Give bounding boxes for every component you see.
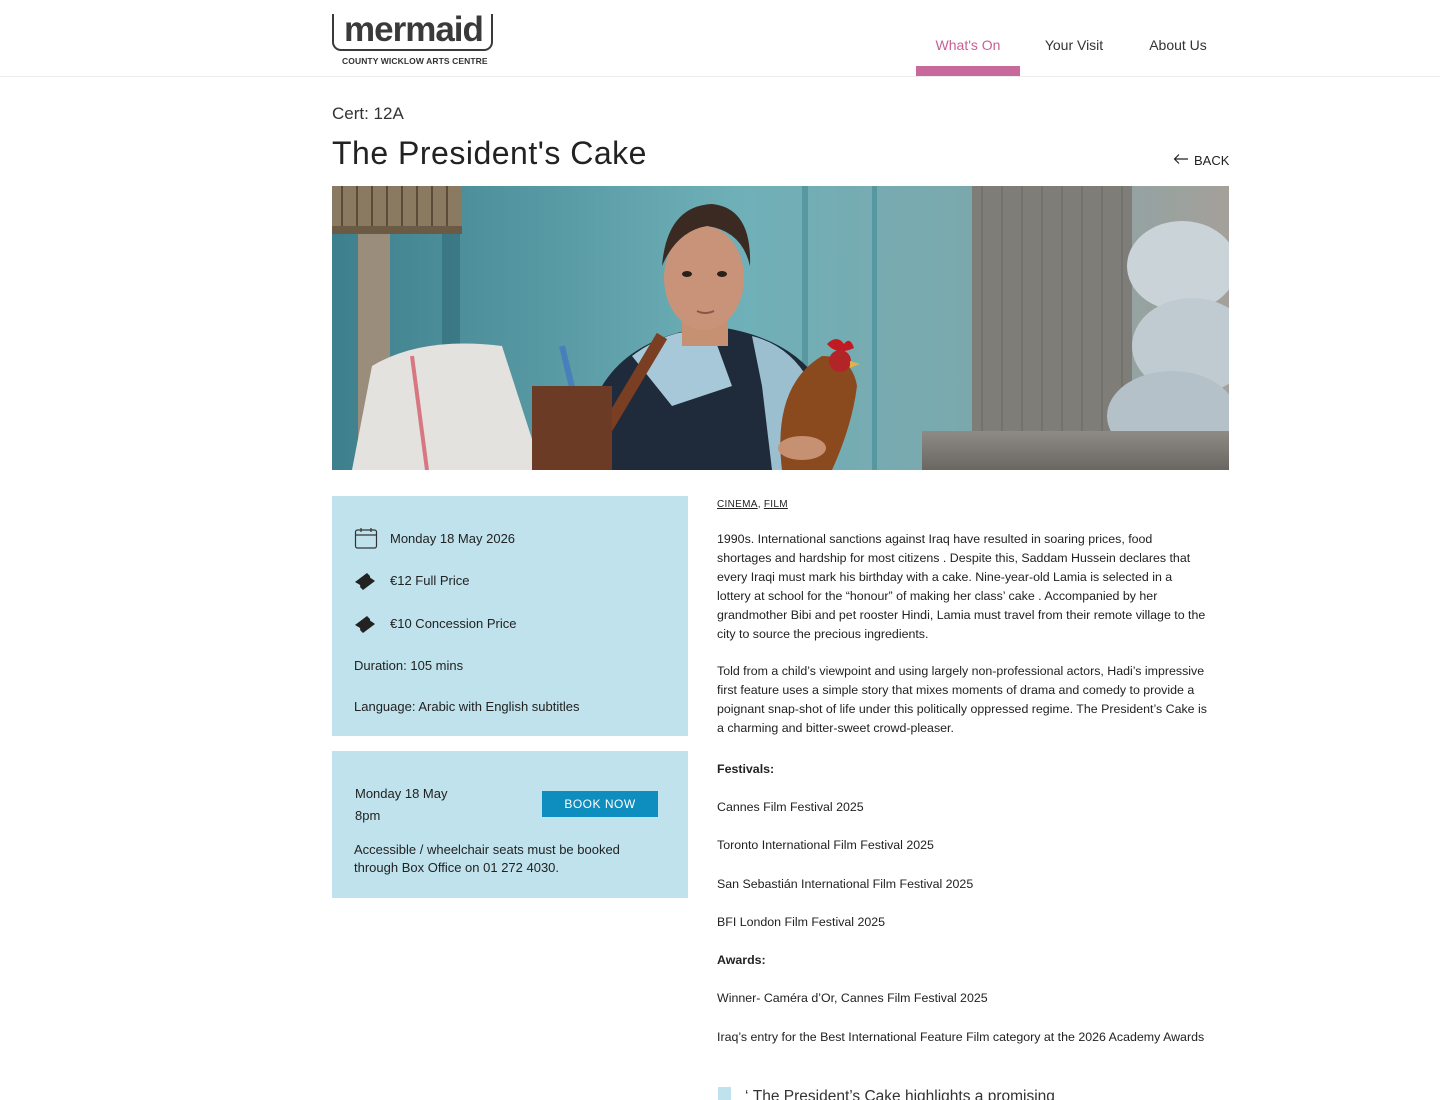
performance-time: 8pm — [355, 808, 381, 823]
festival-item: BFI London Film Festival 2025 — [717, 915, 886, 929]
festivals-heading: Festivals: — [717, 762, 775, 776]
logo-wordmark-frame: mermaid — [332, 10, 493, 51]
event-date-row: Monday 18 May 2026 — [354, 526, 515, 550]
page-title: The President's Cake — [332, 135, 647, 171]
full-price-row: €12 Full Price — [354, 568, 469, 592]
arrow-left-icon — [1173, 153, 1189, 168]
quote-text: ‘ The President’s Cake highlights a prom… — [745, 1088, 1055, 1100]
festival-item: Cannes Film Festival 2025 — [717, 800, 864, 814]
quote-mark: ‘ — [745, 1088, 749, 1100]
nav-active-indicator — [916, 66, 1020, 76]
synopsis-paragraph-1: 1990s. International sanctions against I… — [717, 532, 1206, 641]
performance-datetime: Monday 18 May 8pm — [355, 783, 448, 827]
concession-price-row: €10 Concession Price — [354, 611, 516, 635]
ticket-icon — [354, 611, 378, 635]
festival-item: Toronto International Film Festival 2025 — [717, 838, 934, 852]
event-info-panel: Monday 18 May 2026 €12 Full Price €10 Co… — [332, 496, 688, 736]
full-price: €12 Full Price — [390, 572, 470, 588]
site-header: mermaid COUNTY WICKLOW ARTS CENTRE What'… — [0, 0, 1440, 77]
calendar-icon — [354, 526, 378, 550]
booking-panel: Monday 18 May 8pm BOOK NOW Accessible / … — [332, 751, 688, 898]
duration: Duration: 105 mins — [354, 658, 464, 673]
category-tags: CINEMA, FILM — [717, 499, 788, 510]
quote-body: The President’s Cake highlights a promis… — [752, 1088, 1055, 1100]
nav-your-visit[interactable]: Your Visit — [1030, 0, 1118, 76]
quote-accent-bar — [718, 1087, 731, 1100]
tag-cinema[interactable]: CINEMA — [717, 499, 758, 510]
logo-subtitle: COUNTY WICKLOW ARTS CENTRE — [342, 56, 488, 66]
book-now-button[interactable]: BOOK NOW — [542, 791, 658, 817]
event-date: Monday 18 May 2026 — [390, 530, 516, 546]
logo-word: mermaid — [344, 10, 484, 49]
accessibility-note: Accessible / wheelchair seats must be bo… — [354, 842, 620, 875]
concession-price: €10 Concession Price — [390, 615, 517, 631]
festival-item: San Sebastián International Film Festiva… — [717, 877, 974, 891]
language: Language: Arabic with English subtitles — [354, 699, 580, 714]
tag-film[interactable]: FILM — [764, 499, 788, 510]
award-item: Iraq’s entry for the Best International … — [717, 1030, 1205, 1044]
ticket-icon — [354, 568, 378, 592]
review-quote: ‘ The President’s Cake highlights a prom… — [717, 1087, 1207, 1100]
back-link[interactable]: BACK — [1173, 153, 1229, 168]
mermaid-logo[interactable]: mermaid COUNTY WICKLOW ARTS CENTRE — [332, 10, 494, 68]
award-item: Winner- Caméra d’Or, Cannes Film Festiva… — [717, 991, 988, 1005]
nav-about-us[interactable]: About Us — [1134, 0, 1222, 76]
hero-film-still — [332, 186, 1229, 470]
awards-heading: Awards: — [717, 953, 766, 967]
performance-day: Monday 18 May — [355, 786, 448, 801]
certificate-rating: Cert: 12A — [332, 104, 404, 123]
synopsis-paragraph-2: Told from a child’s viewpoint and using … — [717, 664, 1207, 735]
back-label: BACK — [1194, 153, 1230, 168]
nav-whats-on[interactable]: What's On — [916, 0, 1020, 76]
